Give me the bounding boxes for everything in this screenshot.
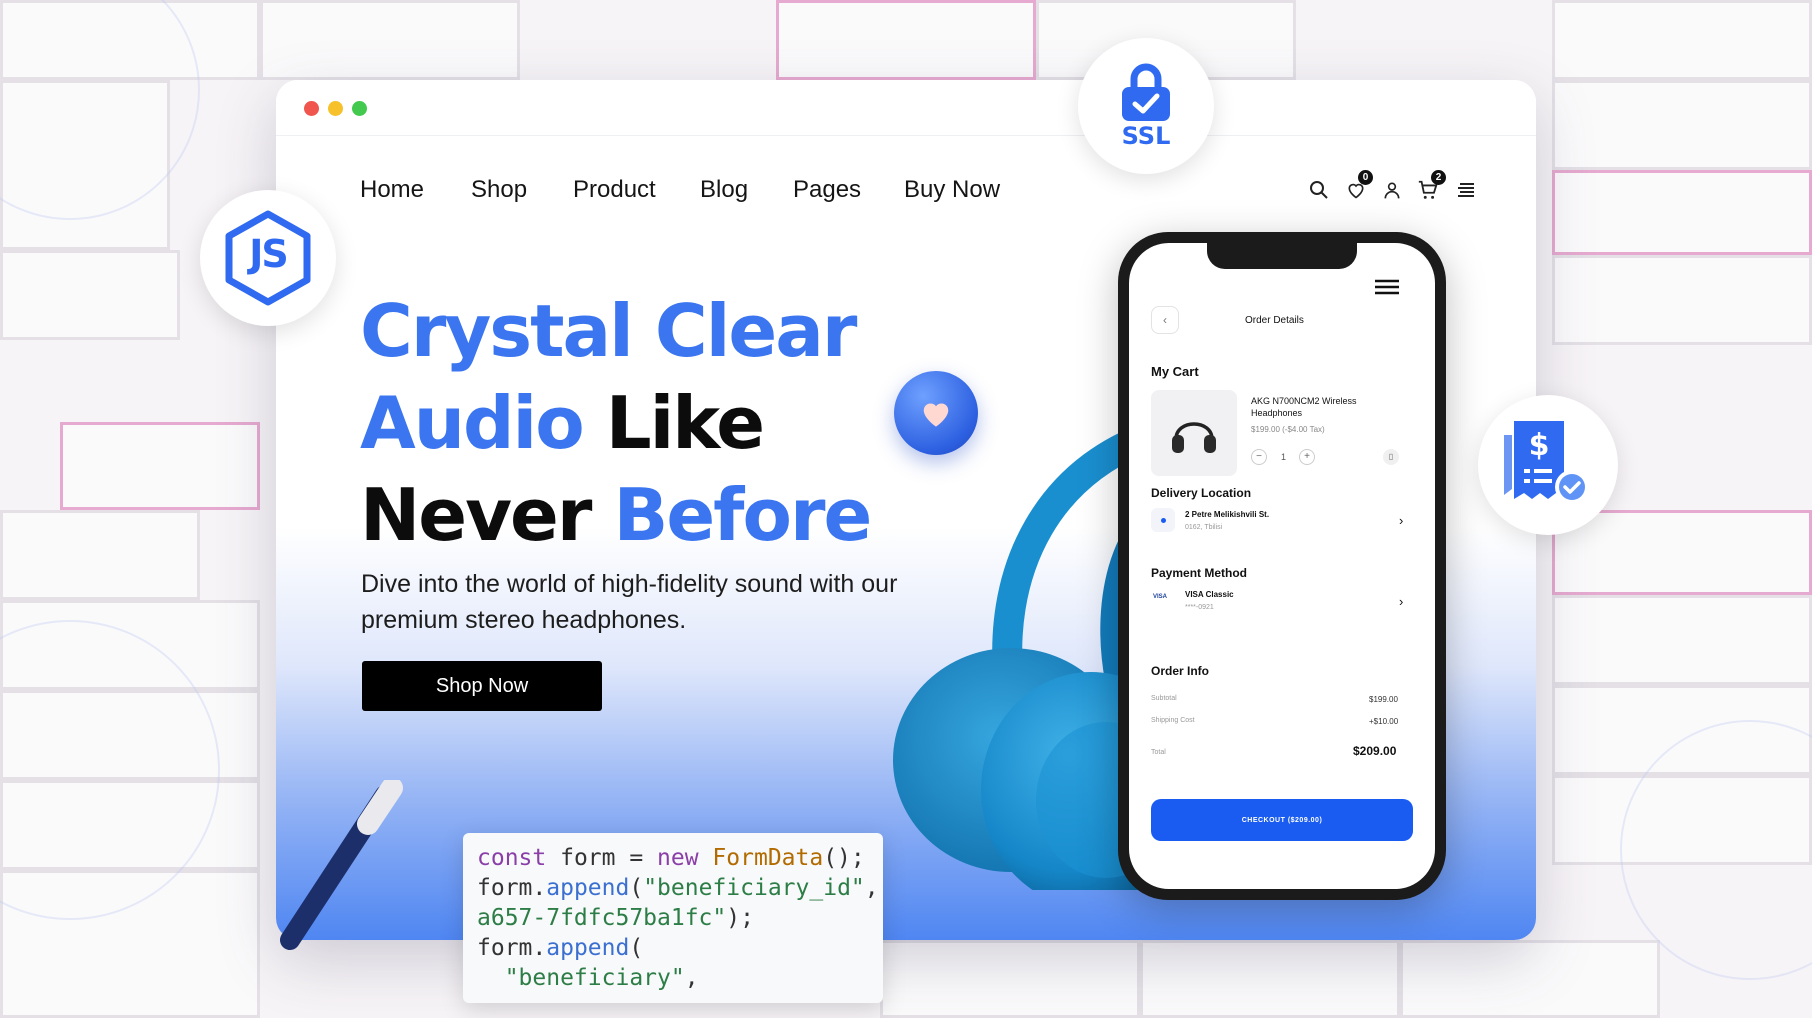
quantity-value: 1	[1281, 452, 1287, 462]
shop-now-button[interactable]: Shop Now	[362, 661, 602, 711]
hero-line1: Crystal Clear	[360, 289, 857, 373]
total-label: Total	[1151, 749, 1166, 756]
code-class-formdata: FormData	[698, 845, 824, 871]
delivery-location-title: Delivery Location	[1151, 486, 1252, 500]
marker-pen-image	[270, 777, 410, 950]
code-line2-string: "beneficiary_id"	[643, 875, 865, 901]
shipping-label: Shipping Cost	[1151, 717, 1195, 724]
ssl-lock-icon	[1122, 63, 1170, 121]
code-line4-method: append	[546, 935, 630, 961]
code-line2-end: ,	[864, 875, 879, 901]
total-value: $209.00	[1353, 744, 1397, 758]
code-keyword-new: new	[657, 845, 699, 871]
browser-titlebar	[276, 80, 1536, 136]
ssl-badge: SSL	[1078, 38, 1214, 174]
payment-chevron-icon[interactable]: ›	[1399, 594, 1403, 609]
receipt-dollar-icon: $	[1504, 421, 1589, 504]
shipping-value: +$10.00	[1369, 717, 1399, 726]
phone-notch	[1207, 243, 1357, 269]
checkout-button[interactable]: CHECKOUT ($209.00)	[1151, 799, 1413, 841]
delivery-chevron-icon[interactable]: ›	[1399, 513, 1403, 528]
my-cart-title: My Cart	[1151, 364, 1199, 379]
code-snippet: const form = new FormData(); form.append…	[463, 833, 883, 1003]
back-button-icon[interactable]: ‹	[1151, 306, 1179, 334]
code-line4-end: (	[629, 935, 644, 961]
code-line2-method: append	[546, 875, 630, 901]
hero-subtitle: Dive into the world of high-fidelity sou…	[361, 570, 898, 634]
code-line2-object: form.	[477, 875, 547, 901]
order-info-title: Order Info	[1151, 664, 1210, 678]
code-var-form: form =	[546, 845, 658, 871]
code-line3-string: a657-7fdfc57ba1fc"	[477, 905, 727, 931]
code-keyword-const: const	[477, 845, 547, 871]
code-line5-end: ,	[684, 965, 699, 991]
card-number: ****-0921	[1185, 604, 1214, 611]
nav-pages[interactable]: Pages	[793, 176, 861, 204]
minimize-dot[interactable]	[328, 101, 343, 116]
cart-icon[interactable]: 2	[1416, 170, 1446, 202]
invoice-badge: $	[1478, 395, 1618, 535]
hero-title: Crystal Clear Audio Like Never Before	[360, 285, 920, 561]
hero-line3-blue: Before	[613, 473, 872, 557]
user-icon[interactable]	[1380, 178, 1404, 202]
hero-line3-black: Never	[360, 473, 592, 557]
nav-product[interactable]: Product	[573, 176, 656, 204]
visa-logo: VISA	[1153, 594, 1168, 600]
code-line3-end: );	[726, 905, 754, 931]
search-icon[interactable]	[1307, 178, 1331, 202]
code-line5-string: "beneficiary"	[477, 965, 685, 991]
payment-method-title: Payment Method	[1151, 566, 1248, 580]
address-line2: 0162, Tbilisi	[1185, 524, 1223, 531]
phone-screen: ‹ Order Details My Cart AKG N700NCM2 Wir…	[1129, 243, 1435, 889]
product-name: AKG N700NCM2 Wireless Headphones	[1251, 396, 1357, 418]
code-line2-open: (	[629, 875, 644, 901]
phone-menu-icon[interactable]	[1375, 279, 1399, 300]
code-line4-object: form.	[477, 935, 547, 961]
nav-home[interactable]: Home	[360, 176, 424, 204]
wishlist-count-badge: 0	[1358, 170, 1373, 185]
nav-blog[interactable]: Blog	[700, 176, 748, 204]
address-line1: 2 Petre Melikishvili St.	[1185, 510, 1270, 519]
js-label: JS	[249, 232, 289, 276]
close-dot[interactable]	[304, 101, 319, 116]
subtotal-label: Subtotal	[1151, 695, 1177, 702]
cart-count-badge: 2	[1431, 170, 1446, 185]
subtotal-value: $199.00	[1369, 695, 1398, 704]
svg-text:$: $	[1529, 428, 1550, 463]
quantity-increase-button[interactable]: +	[1299, 449, 1315, 465]
order-details-header: Order Details	[1245, 315, 1304, 326]
ssl-label: SSL	[1121, 122, 1171, 150]
code-line1-end: ();	[823, 845, 865, 871]
nav-shop[interactable]: Shop	[471, 176, 527, 204]
hero-line2-black: Like	[605, 381, 765, 465]
nav-buy-now[interactable]: Buy Now	[904, 176, 1000, 204]
menu-icon[interactable]	[1454, 178, 1478, 202]
product-price: $199.00 (-$4.00 Tax)	[1251, 425, 1325, 434]
maximize-dot[interactable]	[352, 101, 367, 116]
product-thumbnail	[1151, 390, 1237, 476]
heart-icon[interactable]: 0	[1344, 170, 1373, 202]
quantity-decrease-button[interactable]: −	[1251, 449, 1267, 465]
nodejs-badge: JS	[200, 190, 336, 326]
trash-icon[interactable]: ▯	[1383, 449, 1399, 465]
location-pin-icon	[1151, 508, 1175, 532]
hero-line2-blue: Audio	[360, 381, 585, 465]
card-name: VISA Classic	[1185, 590, 1234, 599]
heart-bubble-icon	[894, 371, 978, 455]
phone-mockup: ‹ Order Details My Cart AKG N700NCM2 Wir…	[1118, 232, 1446, 900]
